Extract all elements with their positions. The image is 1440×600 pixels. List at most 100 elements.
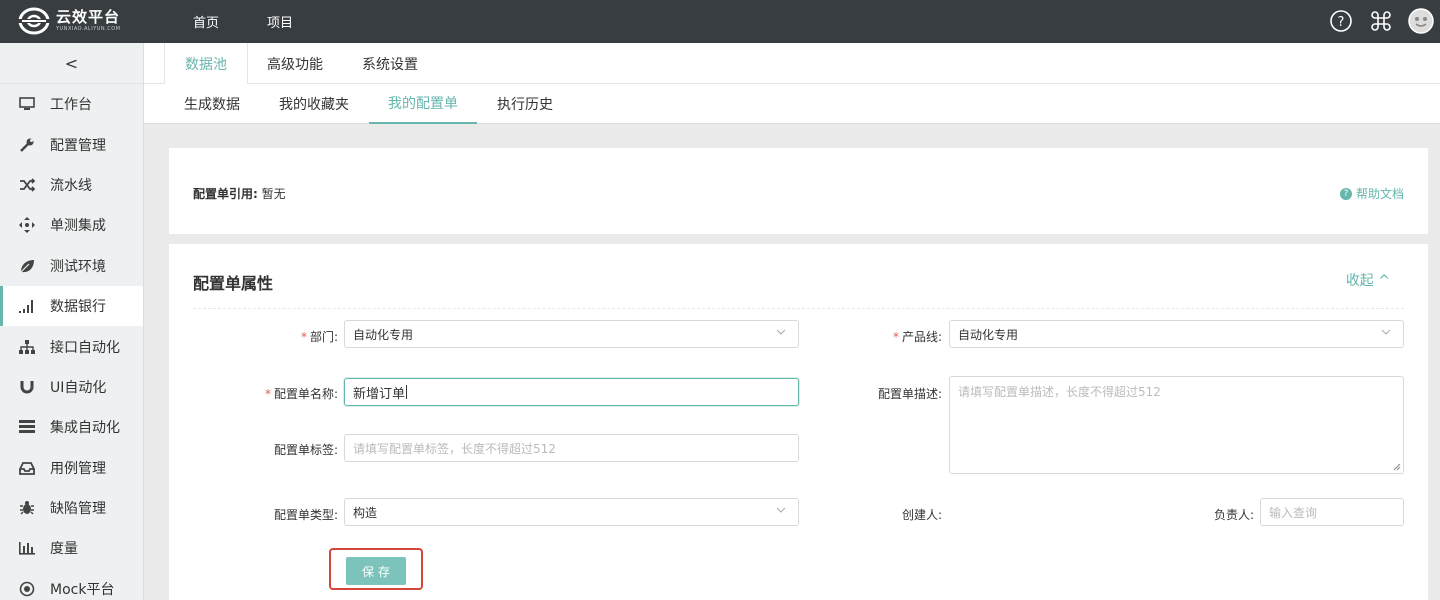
question-circle-icon: ? (1339, 187, 1352, 200)
sidebar-item-unit-test[interactable]: 单测集成 (0, 205, 143, 245)
avatar[interactable] (1408, 8, 1434, 34)
config-desc-placeholder: 请填写配置单描述，长度不得超过512 (958, 385, 1161, 399)
tab-generate-data[interactable]: 生成数据 (184, 84, 240, 124)
config-type-label: 配置单类型: (273, 508, 338, 522)
config-tag-input[interactable]: 请填写配置单标签，长度不得超过512 (344, 434, 799, 462)
config-reference: 配置单引用: 暂无 (193, 185, 286, 202)
sidebar-item-integration-automation[interactable]: 集成自动化 (0, 407, 143, 447)
product-label: * 产品线: (893, 328, 942, 345)
help-doc-label: 帮助文档 (1355, 187, 1404, 201)
config-name-input[interactable]: 新增订单 (344, 378, 799, 406)
save-button[interactable]: 保存 (346, 557, 406, 585)
owner-label: 负责人: (1213, 508, 1254, 522)
sidebar-item-api-automation[interactable]: 接口自动化 (0, 326, 143, 366)
product-line-select[interactable]: 自动化专用 (949, 320, 1404, 348)
help-doc-link[interactable]: ? 帮助文档 (1339, 185, 1404, 202)
wrench-icon (18, 136, 36, 154)
tab-data-pool[interactable]: 数据池 (164, 43, 248, 85)
sidebar-item-label: 单测集成 (50, 218, 106, 235)
sidebar-item-label: 集成自动化 (50, 420, 120, 437)
chevron-down-icon (776, 507, 786, 513)
required-mark: * (892, 330, 899, 344)
top-nav: 首页 项目 (193, 0, 341, 43)
sidebar: < 工作台 配置管理 流水线 单测集成 测试环境 数据银行 接口自动化 UI自动… (0, 43, 144, 600)
primary-tabs: 数据池 高级功能 系统设置 (144, 43, 1440, 85)
config-name-label: * 配置单名称: (265, 385, 338, 402)
logo[interactable]: 云效平台 YUNXIAO.ALIYUN.COM (18, 6, 128, 36)
config-desc-textarea[interactable]: 请填写配置单描述，长度不得超过512 (949, 376, 1404, 474)
sidebar-item-test-env[interactable]: 测试环境 (0, 246, 143, 286)
leaf-icon (18, 257, 36, 275)
chevron-down-icon (776, 329, 786, 335)
svg-text:?: ? (1338, 15, 1345, 30)
dept-select[interactable]: 自动化专用 (344, 320, 799, 348)
required-mark: * (300, 330, 307, 344)
tab-favorites[interactable]: 我的收藏夹 (279, 84, 349, 124)
logo-subtitle: YUNXIAO.ALIYUN.COM (56, 26, 121, 32)
inbox-icon (18, 459, 36, 477)
logo-title: 云效平台 (56, 8, 121, 26)
config-type-select[interactable]: 构造 (344, 498, 799, 526)
text-caret (406, 385, 408, 399)
crosshair-icon (18, 216, 36, 234)
config-tag-label: 配置单标签: (273, 443, 338, 457)
tab-my-configs[interactable]: 我的配置单 (369, 84, 477, 124)
config-reference-label: 配置单引用: (193, 187, 258, 201)
chevron-down-icon (1381, 329, 1391, 335)
config-type-value: 构造 (353, 505, 378, 520)
save-button-highlight: 保存 (329, 548, 423, 590)
product-label-text: 产品线: (901, 330, 942, 344)
creator-label: 创建人: (901, 508, 942, 522)
sidebar-item-workbench[interactable]: 工作台 (0, 84, 143, 124)
dept-value: 自动化专用 (353, 327, 414, 342)
required-mark: * (264, 387, 271, 401)
nav-home[interactable]: 首页 (193, 12, 219, 31)
sidebar-item-mock[interactable]: Mock平台 (0, 569, 143, 600)
sidebar-item-case-management[interactable]: 用例管理 (0, 448, 143, 488)
dept-label: * 部门: (301, 328, 338, 345)
tab-advanced[interactable]: 高级功能 (267, 43, 323, 84)
top-bar: 云效平台 YUNXIAO.ALIYUN.COM 首页 项目 ? (0, 0, 1440, 43)
logo-icon (18, 7, 50, 35)
config-desc-label: 配置单描述: (877, 387, 942, 401)
help-icon[interactable]: ? (1328, 8, 1354, 34)
bug-icon (18, 499, 36, 517)
sidebar-item-label: UI自动化 (50, 379, 107, 396)
sidebar-item-metrics[interactable]: 度量 (0, 528, 143, 568)
sidebar-item-label: 度量 (50, 541, 78, 558)
tab-system-settings[interactable]: 系统设置 (362, 43, 418, 84)
sidebar-item-defect-management[interactable]: 缺陷管理 (0, 488, 143, 528)
config-name-label-text: 配置单名称: (273, 387, 338, 401)
monitor-icon (18, 95, 36, 113)
sidebar-item-label: 数据银行 (50, 299, 106, 316)
tab-execution-history[interactable]: 执行历史 (497, 84, 553, 124)
sidebar-item-ui-automation[interactable]: UI自动化 (0, 367, 143, 407)
config-name-value: 新增订单 (353, 386, 406, 402)
sidebar-item-label: 用例管理 (50, 460, 106, 477)
properties-card: 配置单属性 收起 ^ * 部门: 自动化专用 * 产品线: 自动化专用 * 配置单名称… (169, 244, 1428, 600)
secondary-tabs: 生成数据 我的收藏夹 我的配置单 执行历史 (144, 84, 1440, 124)
collapse-section-button[interactable]: 收起 ^ (1346, 270, 1390, 290)
config-reference-value: 暂无 (261, 187, 286, 201)
command-icon[interactable] (1368, 8, 1394, 34)
sitemap-icon (18, 338, 36, 356)
owner-search-input[interactable]: 输入查询 (1260, 498, 1404, 526)
section-title: 配置单属性 (193, 274, 274, 293)
sidebar-item-pipeline[interactable]: 流水线 (0, 165, 143, 205)
config-tag-placeholder: 请填写配置单标签，长度不得超过512 (353, 441, 556, 456)
sidebar-item-label: 工作台 (50, 97, 92, 114)
reference-card: 配置单引用: 暂无 ? 帮助文档 (169, 148, 1428, 234)
sidebar-item-label: Mock平台 (50, 581, 115, 598)
sidebar-collapse-button[interactable]: < (0, 43, 143, 84)
sidebar-item-label: 接口自动化 (50, 339, 120, 356)
sidebar-item-config[interactable]: 配置管理 (0, 124, 143, 164)
bar-chart-icon (18, 539, 36, 557)
server-stack-icon (18, 418, 36, 436)
resize-grip-icon[interactable] (1393, 463, 1401, 471)
magnet-icon (18, 378, 36, 396)
sidebar-item-data-bank[interactable]: 数据银行 (0, 285, 143, 327)
target-icon (18, 580, 36, 598)
nav-project[interactable]: 项目 (267, 12, 293, 31)
sidebar-item-label: 缺陷管理 (50, 501, 106, 518)
owner-placeholder: 输入查询 (1269, 505, 1318, 520)
